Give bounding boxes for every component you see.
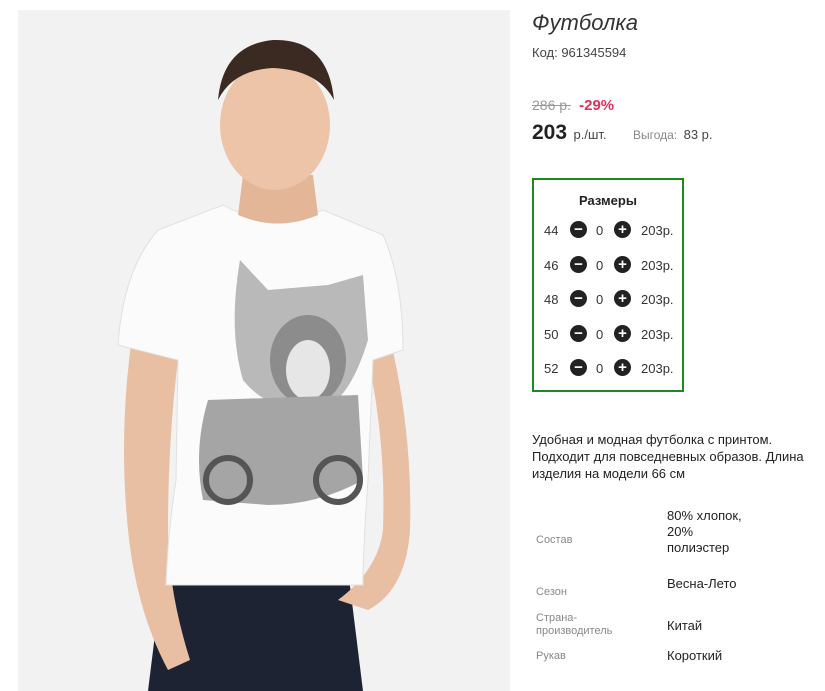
size-label: 44 (544, 223, 559, 238)
size-quantity: 0 (596, 361, 604, 376)
size-row: 52 − 0 + 203р. (534, 358, 682, 378)
size-row: 44 − 0 + 203р. (534, 220, 682, 240)
minus-circle-icon[interactable]: − (570, 290, 587, 307)
size-quantity: 0 (596, 223, 604, 238)
spec-label: Страна-производитель (536, 612, 613, 637)
size-price: 203р. (641, 292, 674, 307)
benefit-value: 83 р. (683, 127, 713, 142)
price-unit: р./шт. (573, 127, 607, 142)
old-price: 286 р. (532, 97, 571, 113)
spec-value: 80% хлопок, 20% полиэстер (667, 508, 742, 555)
size-label: 46 (544, 258, 559, 273)
product-title: Футболка (532, 10, 638, 35)
spec-value: Весна-Лето (667, 576, 737, 591)
discount-badge: -29% (579, 97, 615, 114)
benefit-label: Выгода: (632, 128, 678, 142)
size-price: 203р. (641, 327, 674, 342)
size-price: 203р. (641, 258, 674, 273)
old-price-row: 286 р. -29% (532, 97, 614, 114)
spec-value: Китай (667, 618, 703, 633)
spec-label: Состав (536, 534, 573, 546)
size-label: 50 (544, 327, 559, 342)
plus-circle-icon[interactable]: + (614, 290, 631, 307)
spec-label: Рукав (536, 650, 566, 662)
spec-value: Короткий (667, 648, 723, 663)
size-row: 50 − 0 + 203р. (534, 324, 682, 344)
sizes-title: Размеры (579, 193, 637, 208)
size-quantity: 0 (596, 292, 604, 307)
minus-circle-icon[interactable]: − (570, 325, 587, 342)
plus-circle-icon[interactable]: + (614, 325, 631, 342)
spec-label: Сезон (536, 586, 567, 598)
product-code: Код: 961345594 (532, 45, 627, 60)
product-photo[interactable] (18, 10, 510, 691)
size-row: 48 − 0 + 203р. (534, 289, 682, 309)
price-row: 203 р./шт. Выгода: 83 р. (532, 121, 713, 145)
minus-circle-icon[interactable]: − (570, 221, 587, 238)
size-row: 46 − 0 + 203р. (534, 255, 682, 275)
plus-circle-icon[interactable]: + (614, 256, 631, 273)
size-quantity: 0 (596, 258, 604, 273)
product-description: Удобная и модная футболка с принтом. Под… (532, 432, 804, 481)
size-price: 203р. (641, 361, 674, 376)
size-label: 48 (544, 292, 559, 307)
size-quantity: 0 (596, 327, 604, 342)
minus-circle-icon[interactable]: − (570, 359, 587, 376)
plus-circle-icon[interactable]: + (614, 359, 631, 376)
product-photo-illustration (18, 10, 510, 691)
sizes-panel: Размеры 44 − 0 + 203р. 46 − 0 + 203р. 48… (532, 178, 684, 392)
size-label: 52 (544, 361, 559, 376)
minus-circle-icon[interactable]: − (570, 256, 587, 273)
plus-circle-icon[interactable]: + (614, 221, 631, 238)
size-price: 203р. (641, 223, 674, 238)
current-price: 203 (532, 121, 568, 144)
